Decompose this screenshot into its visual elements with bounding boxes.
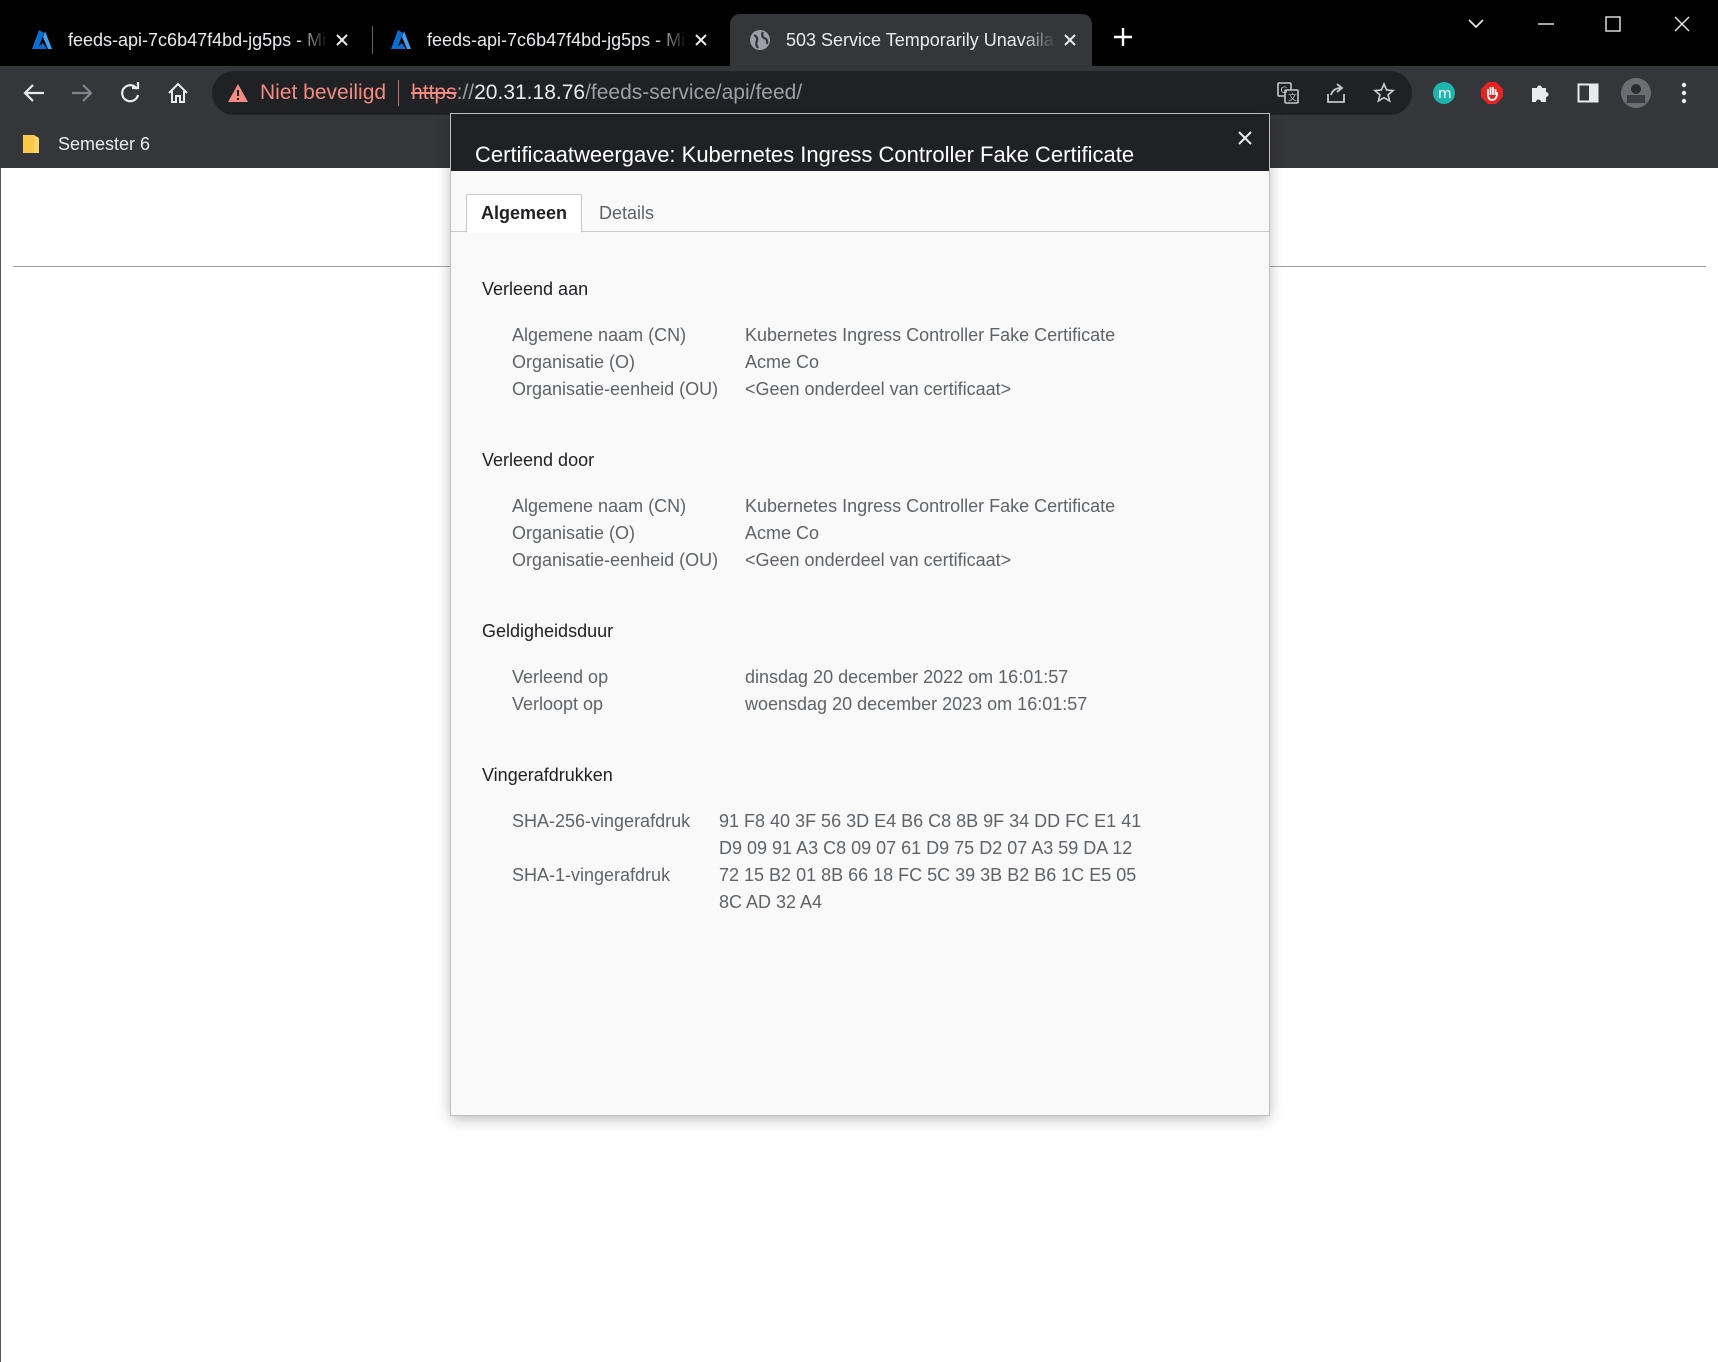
url-separator: ://: [456, 81, 475, 104]
bookmark-label: Semester 6: [58, 133, 151, 154]
field-value: Kubernetes Ingress Controller Fake Certi…: [745, 496, 1116, 516]
forward-button[interactable]: [61, 72, 103, 114]
tab-close-icon[interactable]: [687, 26, 715, 54]
field-value: <Geen onderdeel van certificaat>: [745, 379, 1012, 399]
omnibox-divider: [398, 80, 400, 106]
url-scheme: https: [411, 81, 457, 104]
fingerprint-value: 91 F8 40 3F 56 3D E4 B6 C8 8B 9F 34 DD F…: [719, 811, 1142, 831]
profile-avatar[interactable]: [1615, 72, 1657, 114]
maximize-button[interactable]: [1589, 6, 1637, 42]
browser-tab[interactable]: feeds-api-7c6b47f4bd-jg5ps - Mi: [361, 14, 723, 66]
field-label: Organisatie (O): [512, 352, 636, 372]
field-value: Kubernetes Ingress Controller Fake Certi…: [745, 325, 1116, 345]
browser-toolbar: Niet beveiligd https://20.31.18.76/feeds…: [0, 66, 1718, 120]
field-value: <Geen onderdeel van certificaat>: [745, 550, 1012, 570]
svg-text:G: G: [1281, 86, 1288, 96]
menu-kebab-icon[interactable]: [1663, 72, 1705, 114]
security-status-label[interactable]: Niet beveiligd: [260, 81, 386, 105]
warning-icon[interactable]: [226, 81, 250, 105]
field-label: Verleend op: [512, 667, 609, 687]
dialog-title: Certificaatweergave: Kubernetes Ingress …: [475, 142, 1135, 167]
validity-heading: Geldigheidsduur: [482, 621, 614, 641]
address-bar[interactable]: Niet beveiligd https://20.31.18.76/feeds…: [212, 71, 1412, 115]
tab-search-chevron-icon[interactable]: [1452, 6, 1500, 42]
issued-by-heading: Verleend door: [482, 450, 595, 470]
url-text[interactable]: https://20.31.18.76/feeds-service/api/fe…: [411, 81, 802, 105]
url-host: 20.31.18.76: [474, 81, 586, 104]
url-path: /feeds-service/api/feed/: [585, 81, 803, 104]
browser-tab-active[interactable]: 503 Service Temporarily Unavailal: [730, 14, 1092, 66]
dialog-header: Certificaatweergave: Kubernetes Ingress …: [451, 114, 1269, 171]
tab-close-icon[interactable]: [328, 26, 356, 54]
translate-icon[interactable]: G文: [1266, 71, 1310, 115]
svg-text:文: 文: [1288, 92, 1297, 104]
bookmark-star-icon[interactable]: [1362, 71, 1406, 115]
reload-button[interactable]: [109, 72, 151, 114]
field-label: Organisatie (O): [512, 523, 636, 543]
bookmark-folder[interactable]: Semester 6: [22, 128, 150, 160]
field-label: SHA-256-vingerafdruk: [512, 811, 691, 831]
extension-m-icon[interactable]: m: [1423, 72, 1465, 114]
close-icon[interactable]: [1231, 124, 1259, 152]
adblock-extension-icon[interactable]: [1471, 72, 1513, 114]
field-label: Verloopt op: [512, 694, 604, 714]
close-window-button[interactable]: [1658, 6, 1706, 42]
field-label: Organisatie-eenheid (OU): [512, 379, 719, 399]
extensions-puzzle-icon[interactable]: [1519, 72, 1561, 114]
fingerprints-heading: Vingerafdrukken: [482, 765, 613, 785]
tab-title: feeds-api-7c6b47f4bd-jg5ps - Mi: [68, 29, 327, 50]
fingerprint-value: 72 15 B2 01 8B 66 18 FC 5C 39 3B B2 B6 1…: [719, 865, 1137, 885]
svg-text:m: m: [1438, 86, 1452, 102]
certificate-viewer-dialog: Certificaatweergave: Kubernetes Ingress …: [451, 114, 1269, 1115]
dialog-tabs: Algemeen Details: [451, 194, 1269, 233]
field-label: Algemene naam (CN): [512, 496, 687, 516]
browser-tab[interactable]: feeds-api-7c6b47f4bd-jg5ps - Mi: [2, 14, 364, 66]
azure-icon: [30, 28, 54, 52]
tab-strip: feeds-api-7c6b47f4bd-jg5ps - Mi feeds-ap…: [0, 0, 1718, 66]
minimize-button[interactable]: [1522, 6, 1570, 42]
home-button[interactable]: [157, 72, 199, 114]
tab-general[interactable]: Algemeen: [466, 194, 582, 233]
tab-details[interactable]: Details: [599, 194, 654, 232]
field-label: Algemene naam (CN): [512, 325, 687, 345]
fingerprint-value: D9 09 91 A3 C8 09 07 61 D9 75 D2 07 A3 5…: [719, 838, 1133, 858]
tab-title: 503 Service Temporarily Unavailal: [786, 29, 1056, 50]
share-icon[interactable]: [1314, 71, 1358, 115]
new-tab-button[interactable]: [1108, 22, 1138, 52]
side-panel-icon[interactable]: [1567, 72, 1609, 114]
tab-title: feeds-api-7c6b47f4bd-jg5ps - Mi: [427, 29, 686, 50]
fingerprint-value: 8C AD 32 A4: [719, 892, 823, 912]
field-value: dinsdag 20 december 2022 om 16:01:57: [745, 667, 1069, 687]
field-label: Organisatie-eenheid (OU): [512, 550, 719, 570]
azure-icon: [389, 28, 413, 52]
field-value: woensdag 20 december 2023 om 16:01:57: [745, 694, 1088, 714]
tab-close-icon[interactable]: [1056, 26, 1084, 54]
globe-icon: [748, 28, 772, 52]
field-value: Acme Co: [745, 523, 820, 543]
field-value: Acme Co: [745, 352, 820, 372]
issued-to-heading: Verleend aan: [482, 279, 589, 299]
back-button[interactable]: [13, 72, 55, 114]
folder-icon: [22, 134, 42, 154]
field-label: SHA-1-vingerafdruk: [512, 865, 671, 885]
